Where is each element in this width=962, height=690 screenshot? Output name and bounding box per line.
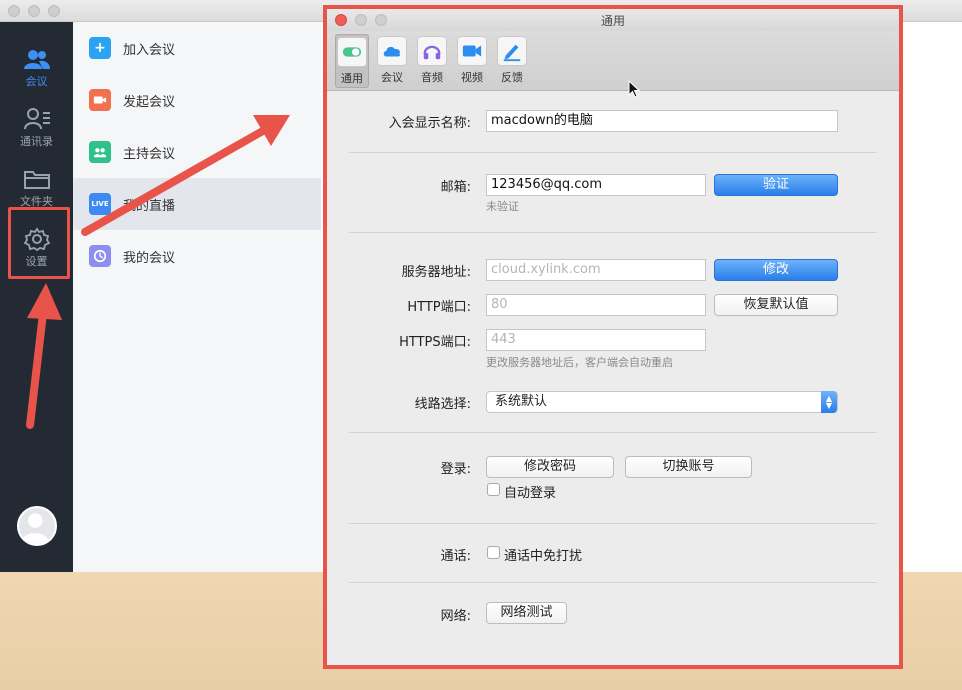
- app-sidebar: 会议 通讯录 文件夹 设置: [0, 22, 73, 572]
- email-status: 未验证: [486, 200, 519, 213]
- tab-audio-label: 音频: [421, 71, 443, 84]
- clock-icon: [89, 245, 111, 267]
- login-label: 登录:: [440, 462, 471, 477]
- switch-account-button[interactable]: 切换账号: [625, 456, 752, 478]
- tab-video-label: 视频: [461, 71, 483, 84]
- headphones-icon: [417, 36, 447, 66]
- display-name-field[interactable]: macdown的电脑: [486, 110, 838, 132]
- settings-highlight-box: [8, 207, 70, 279]
- contacts-icon: [23, 108, 50, 130]
- tab-audio[interactable]: 音频: [415, 34, 449, 88]
- route-select[interactable]: 系统默认 ▲ ▼: [486, 391, 838, 413]
- call-label: 通话:: [440, 549, 471, 564]
- nav-meetings[interactable]: 会议: [0, 40, 73, 96]
- nav-contacts[interactable]: 通讯录: [0, 100, 73, 156]
- cloud-icon: [377, 36, 407, 66]
- https-port-label: HTTPS端口:: [399, 335, 471, 350]
- menu-my-live[interactable]: LIVE 我的直播: [73, 178, 321, 230]
- close-window-button[interactable]: [8, 5, 20, 17]
- live-icon: LIVE: [89, 193, 111, 215]
- do-not-disturb-checkbox[interactable]: [487, 546, 500, 559]
- display-name-label: 入会显示名称:: [388, 116, 471, 131]
- dialog-title: 通用: [600, 13, 625, 28]
- server-address-label: 服务器地址:: [401, 265, 471, 280]
- nav-meetings-label: 会议: [25, 75, 48, 88]
- people-icon: [23, 50, 50, 69]
- camera-add-icon: [89, 89, 111, 111]
- menu-host-meeting[interactable]: 主持会议: [73, 126, 321, 178]
- menu-join-meeting[interactable]: + 加入会议: [73, 22, 321, 74]
- server-address-field[interactable]: cloud.xylink.com: [486, 259, 706, 281]
- plus-icon: +: [89, 37, 111, 59]
- tab-feedback-label: 反馈: [501, 71, 523, 84]
- meeting-menu: + 加入会议 发起会议 主持会议 LIVE 我的直播 我的会议: [73, 22, 321, 572]
- zoom-dialog-button[interactable]: [375, 14, 387, 26]
- tab-general[interactable]: 通用: [335, 34, 369, 88]
- tab-general-label: 通用: [341, 72, 363, 85]
- https-port-field[interactable]: 443: [486, 329, 706, 351]
- host-icon: [89, 141, 111, 163]
- restore-default-button[interactable]: 恢复默认值: [714, 294, 838, 316]
- tab-video[interactable]: 视频: [455, 34, 489, 88]
- http-port-field[interactable]: 80: [486, 294, 706, 316]
- route-selection-label: 线路选择:: [414, 397, 471, 412]
- route-select-value: 系统默认: [495, 394, 548, 409]
- select-arrows-icon: ▲ ▼: [821, 391, 837, 413]
- divider: [349, 152, 877, 153]
- mouse-cursor-icon: [628, 80, 641, 98]
- auto-login-checkbox[interactable]: [487, 483, 500, 496]
- email-field[interactable]: 123456@qq.com: [486, 174, 706, 196]
- change-password-button[interactable]: 修改密码: [486, 456, 614, 478]
- menu-start-meeting[interactable]: 发起会议: [73, 74, 321, 126]
- network-label: 网络:: [440, 609, 471, 624]
- divider: [349, 582, 877, 583]
- menu-my-meetings[interactable]: 我的会议: [73, 230, 321, 282]
- tab-feedback[interactable]: 反馈: [495, 34, 529, 88]
- zoom-window-button[interactable]: [48, 5, 60, 17]
- dialog-titlebar: 通用: [327, 9, 899, 31]
- tab-meeting[interactable]: 会议: [375, 34, 409, 88]
- avatar[interactable]: [17, 506, 57, 546]
- menu-my-live-label: 我的直播: [123, 198, 176, 214]
- folder-icon: [23, 171, 50, 189]
- do-not-disturb-label: 通话中免打扰: [504, 549, 583, 564]
- tab-meeting-label: 会议: [381, 71, 403, 84]
- menu-join-meeting-label: 加入会议: [123, 42, 176, 58]
- menu-my-meetings-label: 我的会议: [123, 250, 176, 266]
- toggle-icon: [337, 37, 367, 67]
- server-change-hint: 更改服务器地址后，客户端会自动重启: [486, 356, 673, 369]
- preferences-toolbar: 通用 会议 音频 视频 反馈: [327, 31, 899, 91]
- http-port-label: HTTP端口:: [407, 300, 471, 315]
- preferences-dialog: 通用 通用 会议 音频 视频 反馈 入会显示名称: macdown的电脑 邮箱:…: [323, 5, 903, 669]
- user-avatar-icon: [20, 513, 50, 544]
- auto-login-label: 自动登录: [504, 486, 557, 501]
- verify-button[interactable]: 验证: [714, 174, 838, 196]
- close-dialog-button[interactable]: [335, 14, 347, 26]
- modify-server-button[interactable]: 修改: [714, 259, 838, 281]
- menu-start-meeting-label: 发起会议: [123, 94, 176, 110]
- menu-host-meeting-label: 主持会议: [123, 146, 176, 162]
- minimize-dialog-button[interactable]: [355, 14, 367, 26]
- nav-contacts-label: 通讯录: [20, 135, 53, 148]
- minimize-window-button[interactable]: [28, 5, 40, 17]
- pen-icon: [497, 36, 527, 66]
- email-label: 邮箱:: [440, 180, 471, 195]
- network-test-button[interactable]: 网络测试: [486, 602, 567, 624]
- divider: [349, 523, 877, 524]
- divider: [349, 432, 877, 433]
- divider: [349, 232, 877, 233]
- video-camera-icon: [457, 36, 487, 66]
